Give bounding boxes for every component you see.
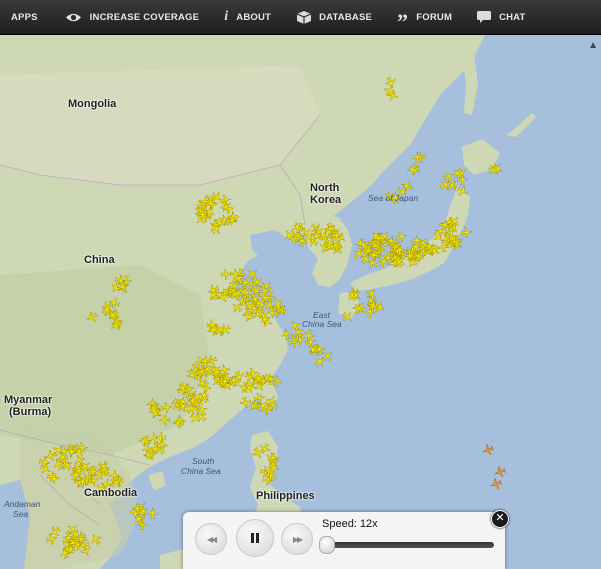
label-east-china-sea-2: China Sea: [302, 319, 342, 329]
fast-forward-button[interactable]: ▶▶: [281, 523, 313, 555]
nav-about-label: ABOUT: [236, 11, 272, 23]
speed-label: Speed: 12x: [322, 518, 378, 530]
playback-control-panel: ◀◀ ▶▶ Speed: 12x: [183, 512, 505, 569]
label-south-china-sea-2: China Sea: [181, 466, 221, 476]
nav-apps[interactable]: APPS: [11, 0, 38, 34]
nav-chat[interactable]: CHAT: [477, 0, 525, 34]
label-north-korea: North: [310, 182, 340, 194]
speed-slider-handle[interactable]: [319, 536, 335, 554]
top-navigation-bar: APPS INCREASE COVERAGE i ABOUT DATABASE …: [0, 0, 601, 35]
nav-database[interactable]: DATABASE: [297, 0, 372, 34]
nav-apps-label: APPS: [11, 11, 38, 23]
label-sea-of-japan: Sea of Japan: [368, 193, 419, 203]
chat-bubble-icon: [477, 11, 492, 23]
label-andaman-sea: Andaman: [4, 499, 41, 509]
flight-map[interactable]: Mongolia North Korea Sea of Japan China …: [0, 35, 601, 569]
rewind-icon: ◀◀: [206, 534, 217, 544]
label-north-korea-2: Korea: [310, 194, 342, 206]
nav-chat-label: CHAT: [499, 11, 526, 23]
label-cambodia: Cambodia: [84, 487, 138, 499]
rewind-button[interactable]: ◀◀: [195, 523, 227, 555]
database-icon: [297, 10, 312, 24]
pause-icon: [251, 533, 259, 543]
label-china: China: [84, 254, 115, 266]
speed-slider-track[interactable]: [326, 542, 494, 548]
label-philippines: Philippines: [256, 490, 315, 502]
fast-forward-icon: ▶▶: [292, 534, 303, 544]
nav-forum-label: FORUM: [416, 11, 453, 23]
pause-button[interactable]: [236, 519, 274, 557]
label-andaman-sea-2: Sea: [13, 509, 29, 519]
scroll-up-icon[interactable]: ▲: [588, 40, 598, 51]
nav-about[interactable]: i ABOUT: [224, 0, 271, 34]
quote-icon: ”: [397, 9, 409, 34]
close-icon[interactable]: ✕: [491, 510, 509, 528]
nav-database-label: DATABASE: [319, 11, 373, 23]
label-myanmar: Myanmar: [4, 394, 53, 406]
nav-increase-coverage-label: INCREASE COVERAGE: [89, 11, 200, 23]
label-myanmar-2: (Burma): [9, 406, 52, 418]
eye-icon: [65, 12, 82, 23]
label-south-china-sea: South: [192, 456, 215, 466]
label-mongolia: Mongolia: [68, 98, 117, 110]
nav-forum[interactable]: ” FORUM: [397, 0, 452, 34]
nav-increase-coverage[interactable]: INCREASE COVERAGE: [65, 0, 200, 34]
info-icon: i: [224, 9, 229, 24]
